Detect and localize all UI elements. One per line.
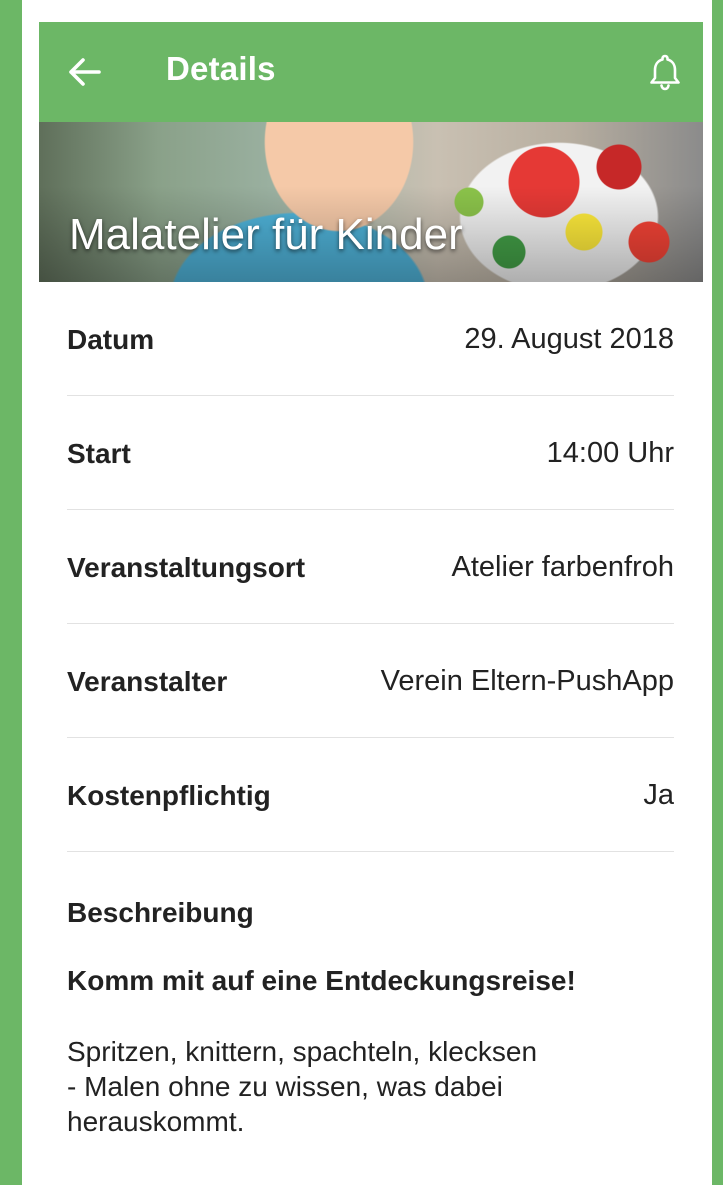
detail-value: 14:00 Uhr — [546, 437, 674, 469]
detail-label: Veranstaltungsort — [67, 552, 306, 583]
event-title: Malatelier für Kinder — [69, 210, 463, 259]
detail-row-veranstaltungsort: Veranstaltungsort Atelier farbenfroh — [67, 510, 674, 624]
detail-label: Start — [67, 438, 131, 469]
detail-row-kostenpflichtig: Kostenpflichtig Ja — [67, 738, 674, 852]
detail-value: Atelier farbenfroh — [451, 551, 674, 583]
notification-button[interactable] — [645, 50, 685, 94]
bell-icon — [650, 54, 680, 91]
description-text: Spritzen, knittern, spachteln, klecksen … — [67, 1036, 538, 1137]
detail-label: Veranstalter — [67, 666, 228, 697]
detail-row-veranstalter: Veranstalter Verein Eltern-PushApp — [67, 624, 674, 738]
description-heading: Beschreibung — [67, 897, 254, 928]
description-subheading: Komm mit auf eine Entdeckungsreise! — [67, 965, 576, 996]
screen-frame: Details Malatelier für Kinder Datum 29. … — [22, 0, 712, 1185]
arrow-left-icon — [69, 58, 101, 86]
event-hero-image: Malatelier für Kinder — [39, 122, 703, 282]
details-list: Datum 29. August 2018 Start 14:00 Uhr Ve… — [67, 282, 674, 1137]
detail-value: Ja — [643, 779, 674, 811]
page-title: Details — [166, 50, 276, 87]
detail-label: Datum — [67, 324, 155, 355]
detail-row-start: Start 14:00 Uhr — [67, 396, 674, 510]
detail-value: 29. August 2018 — [464, 323, 674, 355]
detail-row-datum: Datum 29. August 2018 — [67, 282, 674, 396]
app-bar: Details — [39, 22, 703, 122]
detail-value: Verein Eltern-PushApp — [380, 665, 674, 697]
detail-label: Kostenpflichtig — [67, 780, 271, 811]
back-button[interactable] — [65, 52, 105, 92]
